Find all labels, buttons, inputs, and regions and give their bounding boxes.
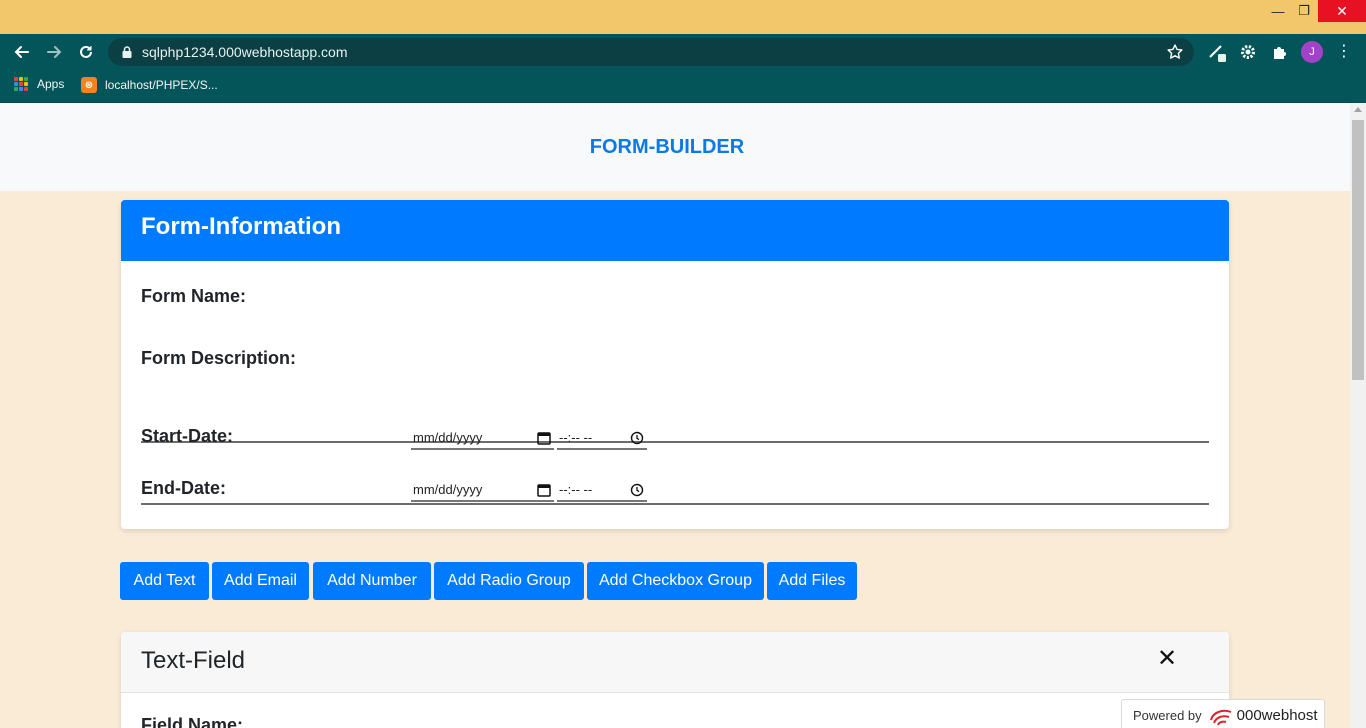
end-time-placeholder: --:-- --: [559, 481, 593, 497]
browser-toolbar: sqlphp1234.000webhostapp.com: [0, 34, 1366, 70]
text-field-title: Text-Field: [141, 647, 246, 674]
address-bar[interactable]: sqlphp1234.000webhostapp.com: [108, 38, 1194, 66]
form-name-label: Form Name:: [141, 286, 247, 306]
bookmarks-bar: Apps ⊛ localhost/PHPEX/S...: [0, 70, 1366, 103]
url-text[interactable]: sqlphp1234.000webhostapp.com: [142, 44, 348, 60]
powered-by-brand: 000webhost: [1236, 707, 1318, 724]
form-information-header: Form-Information: [121, 200, 1229, 261]
calendar-icon[interactable]: [537, 483, 551, 497]
site-title: FORM-BUILDER: [589, 136, 745, 158]
text-field-card: Text-Field ✕ Field Name:: [121, 632, 1229, 728]
form-description-label: Form Description:: [141, 348, 297, 368]
add-number-button[interactable]: Add Number: [313, 562, 431, 600]
apps-grid-icon: [14, 77, 28, 91]
bookmark-star-icon[interactable]: [1164, 41, 1186, 63]
bookmark-apps[interactable]: Apps: [14, 77, 64, 91]
form-information-card: Form-Information Form Name: Form Descrip…: [121, 200, 1229, 529]
profile-avatar[interactable]: J: [1301, 41, 1323, 63]
puzzle-extensions-icon[interactable]: [1268, 40, 1292, 64]
bookmark-apps-label: Apps: [37, 77, 65, 91]
pen-extension-icon[interactable]: [1205, 40, 1229, 64]
bookmark-localhost[interactable]: ⊛ localhost/PHPEX/S...: [81, 77, 218, 93]
start-time-input[interactable]: --:-- --: [557, 426, 647, 450]
forward-icon[interactable]: [42, 40, 66, 64]
calendar-icon[interactable]: [537, 431, 551, 445]
end-date-label: End-Date:: [141, 478, 226, 498]
start-date-placeholder: mm/dd/yyyy: [413, 429, 483, 445]
clock-icon[interactable]: [630, 483, 644, 497]
close-icon[interactable]: ✕: [1157, 644, 1177, 673]
add-text-button[interactable]: Add Text: [120, 562, 209, 600]
clock-icon[interactable]: [630, 431, 644, 445]
add-files-button[interactable]: Add Files: [767, 562, 857, 600]
start-time-placeholder: --:-- --: [559, 429, 593, 445]
site-header: FORM-BUILDER: [0, 103, 1350, 191]
bookmark-localhost-label: localhost/PHPEX/S...: [105, 78, 218, 92]
webhost-logo-icon: [1209, 709, 1232, 725]
restore-button[interactable]: ❐: [1288, 0, 1320, 22]
scroll-thumb[interactable]: [1352, 120, 1364, 380]
browser-menu-icon[interactable]: ⋮: [1334, 40, 1354, 64]
end-date-placeholder: mm/dd/yyyy: [413, 481, 483, 497]
gear-extension-icon[interactable]: [1236, 40, 1260, 64]
end-date-input[interactable]: mm/dd/yyyy: [411, 478, 554, 502]
scroll-up-arrow-icon[interactable]: [1354, 107, 1362, 112]
page-scrollbar[interactable]: [1350, 103, 1366, 728]
text-field-header: Text-Field ✕: [121, 632, 1229, 693]
powered-by-badge[interactable]: Powered by 000webhost: [1121, 699, 1325, 728]
start-date-label: Start-Date:: [141, 426, 234, 446]
start-date-input[interactable]: mm/dd/yyyy: [411, 426, 554, 450]
field-name-label: Field Name:: [141, 715, 244, 728]
form-name-input[interactable]: [141, 415, 1209, 443]
form-information-title: Form-Information: [141, 213, 341, 240]
xampp-icon: ⊛: [81, 77, 97, 93]
add-checkbox-group-button[interactable]: Add Checkbox Group: [587, 562, 764, 600]
end-time-input[interactable]: --:-- --: [557, 478, 647, 502]
reload-icon[interactable]: [74, 40, 98, 64]
window-title-bar: — ❐ ✕: [0, 0, 1366, 34]
back-icon[interactable]: [10, 40, 34, 64]
powered-by-text: Powered by: [1133, 708, 1202, 723]
lock-icon[interactable]: [120, 45, 134, 59]
form-description-input[interactable]: [141, 477, 1209, 505]
page-content: FORM-BUILDER Form-Information Form Name:…: [0, 103, 1350, 728]
add-radio-group-button[interactable]: Add Radio Group: [434, 562, 584, 600]
add-email-button[interactable]: Add Email: [212, 562, 309, 600]
close-window-button[interactable]: ✕: [1318, 0, 1366, 22]
